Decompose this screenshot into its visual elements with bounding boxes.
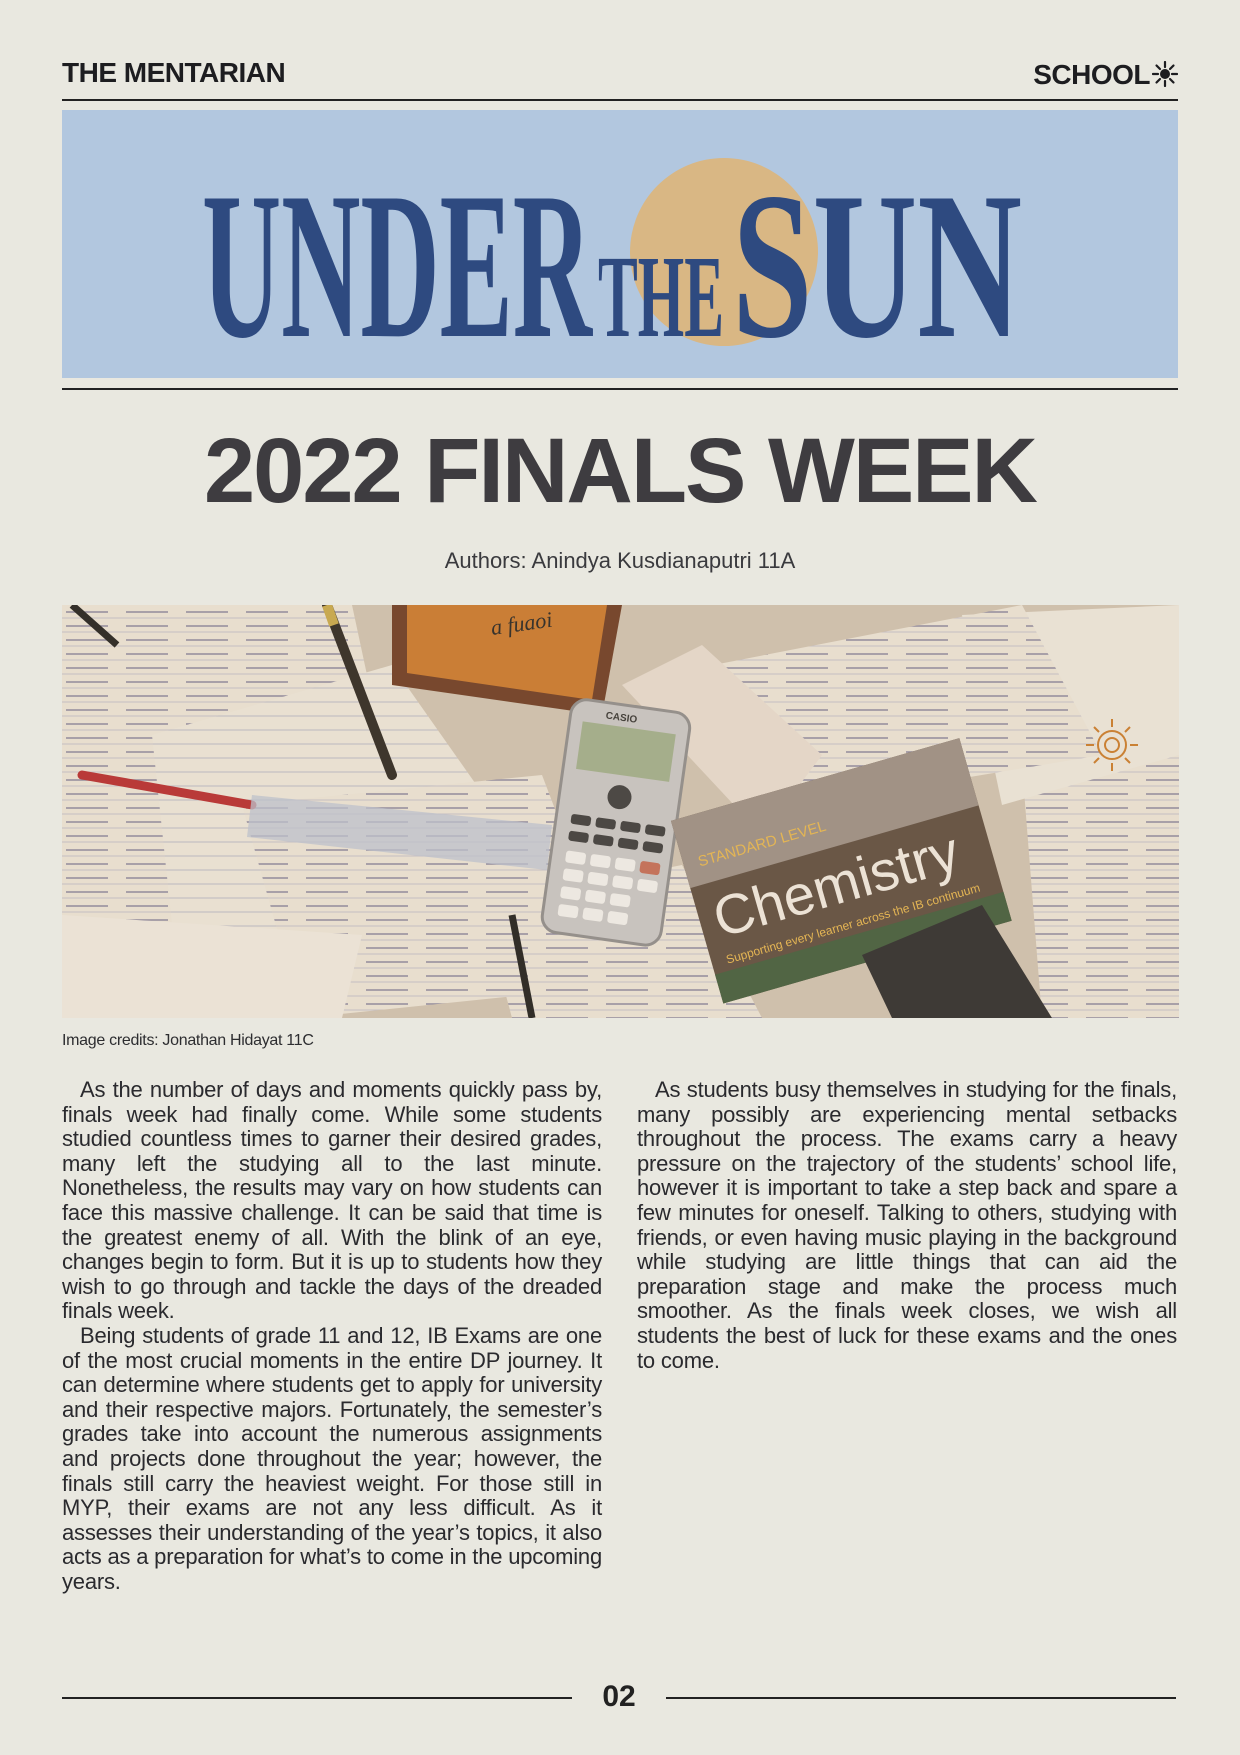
paragraph: As the number of days and moments quickl… bbox=[62, 1077, 602, 1324]
newsletter-page: THE MENTARIAN SCHOOL UNDER THE SUN 2022 … bbox=[0, 0, 1240, 1755]
article-authors: Authors: Anindya Kusdianaputri 11A bbox=[444, 548, 796, 573]
top-bar: THE MENTARIAN SCHOOL bbox=[62, 55, 1178, 103]
masthead-word-sun: SUN bbox=[732, 150, 1022, 378]
top-divider bbox=[62, 99, 1178, 101]
masthead-word-under: UNDER bbox=[202, 150, 593, 378]
masthead-title: UNDER THE SUN bbox=[202, 150, 1022, 378]
article-column-right: As students busy themselves in studying … bbox=[637, 1077, 1177, 1373]
article-column-left: As the number of days and moments quickl… bbox=[62, 1077, 602, 1594]
article-photo: a fuaoi CASIO STANDARD LEVEL Chemistry S… bbox=[62, 605, 1179, 1018]
footer-divider-right bbox=[666, 1697, 1176, 1699]
paragraph: Being students of grade 11 and 12, IB Ex… bbox=[62, 1322, 602, 1594]
masthead: UNDER THE SUN bbox=[62, 110, 1178, 378]
masthead-word-the: THE bbox=[598, 231, 724, 362]
masthead-divider bbox=[62, 388, 1178, 390]
footer-divider-left bbox=[62, 1697, 572, 1699]
section-name: SCHOOL bbox=[1033, 59, 1150, 90]
sun-icon bbox=[1152, 61, 1178, 87]
article-headline: 2022 FINALS WEEK bbox=[204, 420, 1038, 522]
publication-name: THE MENTARIAN bbox=[62, 57, 286, 88]
paragraph: As students busy themselves in studying … bbox=[637, 1077, 1177, 1373]
page-number: 02 bbox=[602, 1680, 636, 1713]
image-credit: Image credits: Jonathan Hidayat 11C bbox=[62, 1032, 314, 1049]
